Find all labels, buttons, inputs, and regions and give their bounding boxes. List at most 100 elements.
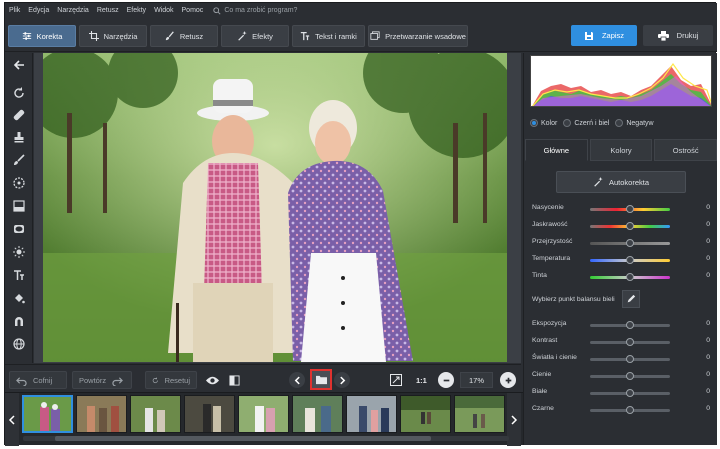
fill-bucket-icon[interactable] bbox=[11, 290, 27, 306]
tab-efekty[interactable]: Efekty bbox=[221, 25, 289, 47]
gradient-filter-icon[interactable] bbox=[11, 198, 27, 214]
text-tool-icon[interactable] bbox=[11, 267, 27, 283]
radio-dot bbox=[615, 119, 624, 127]
slider-label: Czarne bbox=[532, 405, 554, 412]
slider-track[interactable] bbox=[590, 406, 670, 414]
magnet-icon[interactable] bbox=[11, 313, 27, 329]
menu-help[interactable]: Pomoc bbox=[182, 7, 204, 14]
light-icon[interactable] bbox=[11, 244, 27, 260]
prev-image-button[interactable] bbox=[289, 372, 305, 388]
filmstrip-scrollbar[interactable] bbox=[23, 436, 509, 441]
slider-knob[interactable] bbox=[626, 338, 634, 346]
slider-track[interactable] bbox=[590, 256, 670, 264]
thumbnail[interactable] bbox=[346, 395, 397, 433]
slider-knob[interactable] bbox=[626, 406, 634, 414]
slider-track[interactable] bbox=[590, 321, 670, 329]
bandage-icon[interactable] bbox=[11, 107, 27, 123]
tab-glowne[interactable]: Główne bbox=[525, 139, 588, 161]
thumbnail[interactable] bbox=[400, 395, 451, 433]
filmstrip-next-button[interactable] bbox=[507, 393, 521, 446]
slider-knob[interactable] bbox=[626, 256, 634, 264]
menu-effects[interactable]: Efekty bbox=[127, 7, 146, 14]
tab-ostrosc[interactable]: Ostrość bbox=[654, 139, 718, 161]
undo-icon bbox=[16, 376, 27, 386]
tab-label: Efekty bbox=[252, 31, 273, 41]
slider-knob[interactable] bbox=[626, 389, 634, 397]
radio-dot bbox=[530, 119, 538, 127]
thumbnail[interactable] bbox=[292, 395, 343, 433]
menu-retouch[interactable]: Retusz bbox=[97, 7, 119, 14]
image-canvas[interactable] bbox=[34, 53, 521, 363]
thumbnail[interactable] bbox=[184, 395, 235, 433]
vignette-icon[interactable] bbox=[11, 221, 27, 237]
menu-tools[interactable]: Narzędzia bbox=[57, 7, 89, 14]
print-button[interactable]: Drukuj bbox=[643, 25, 713, 46]
stamp-icon[interactable] bbox=[11, 129, 27, 145]
slider-knob[interactable] bbox=[626, 355, 634, 363]
slider-track[interactable] bbox=[590, 338, 670, 346]
tab-kolory[interactable]: Kolory bbox=[589, 139, 653, 161]
slider-knob[interactable] bbox=[626, 372, 634, 380]
undo-button[interactable]: Cofnij bbox=[9, 371, 67, 389]
slider-track[interactable] bbox=[590, 222, 670, 230]
tab-narzedzia[interactable]: Narzędzia bbox=[79, 25, 147, 47]
mode-label: Czerń i biel bbox=[574, 119, 610, 127]
tab-label: Tekst i ramki bbox=[315, 31, 357, 41]
tab-przetwarzanie[interactable]: Przetwarzanie wsadowe bbox=[368, 25, 468, 47]
menu-view[interactable]: Widok bbox=[154, 7, 173, 14]
redo-button[interactable]: Powtórz bbox=[72, 371, 132, 389]
zoom-out-button[interactable] bbox=[438, 372, 454, 388]
mode-color-radio[interactable]: Kolor bbox=[530, 119, 557, 127]
slider-track[interactable] bbox=[590, 372, 670, 380]
radial-filter-icon[interactable] bbox=[11, 175, 27, 191]
open-folder-button[interactable] bbox=[310, 369, 332, 390]
fit-screen-button[interactable] bbox=[390, 371, 402, 389]
menu-file[interactable]: Plik bbox=[9, 7, 20, 14]
slider-track[interactable] bbox=[590, 273, 670, 281]
tab-korekta[interactable]: Korekta bbox=[8, 25, 76, 47]
mode-bw-radio[interactable]: Czerń i biel bbox=[563, 119, 609, 127]
actual-size-button[interactable]: 1:1 bbox=[416, 371, 427, 389]
slider-track[interactable] bbox=[590, 205, 670, 213]
reset-button[interactable]: Resetuj bbox=[145, 371, 197, 389]
save-button[interactable]: Zapisz bbox=[571, 25, 637, 46]
white-balance-row: Wybierz punkt balansu bieli bbox=[532, 290, 712, 308]
rotate-icon[interactable] bbox=[11, 85, 27, 101]
next-image-button[interactable] bbox=[334, 372, 350, 388]
slider-knob[interactable] bbox=[626, 239, 634, 247]
slider-knob[interactable] bbox=[626, 273, 634, 281]
slider-knob[interactable] bbox=[626, 321, 634, 329]
compare-button[interactable] bbox=[229, 371, 240, 389]
slider-knob[interactable] bbox=[626, 205, 634, 213]
preview-eye-button[interactable] bbox=[206, 371, 219, 389]
thumbnail[interactable] bbox=[76, 395, 127, 433]
back-arrow-icon[interactable] bbox=[11, 57, 27, 73]
thumbnail[interactable] bbox=[130, 395, 181, 433]
slider-label: Światła i cienie bbox=[532, 354, 577, 361]
zoom-value[interactable]: 17% bbox=[460, 372, 493, 388]
thumbnail[interactable] bbox=[22, 395, 73, 433]
menu-edit[interactable]: Edycja bbox=[28, 7, 49, 14]
search-placeholder: Co ma zrobić program? bbox=[224, 7, 298, 14]
zoom-in-button[interactable] bbox=[500, 372, 516, 388]
slider-label: Białe bbox=[532, 388, 548, 395]
search-icon bbox=[213, 6, 221, 15]
eyedropper-button[interactable] bbox=[622, 290, 640, 308]
tab-retusz[interactable]: Retusz bbox=[150, 25, 218, 47]
slider-track[interactable] bbox=[590, 389, 670, 397]
filmstrip-prev-button[interactable] bbox=[5, 393, 19, 446]
brush-icon[interactable] bbox=[11, 152, 27, 168]
thumbnail[interactable] bbox=[454, 395, 505, 433]
command-search[interactable]: Co ma zrobić program? bbox=[213, 6, 298, 15]
slider-track[interactable] bbox=[590, 355, 670, 363]
chevron-left-icon bbox=[8, 414, 15, 425]
mode-negative-radio[interactable]: Negatyw bbox=[615, 119, 654, 127]
slider-knob[interactable] bbox=[626, 222, 634, 230]
slider-row: Kontrast 0 bbox=[532, 336, 712, 348]
globe-icon[interactable] bbox=[11, 336, 27, 352]
tab-tekst-ramki[interactable]: Tekst i ramki bbox=[292, 25, 365, 47]
thumbnail[interactable] bbox=[238, 395, 289, 433]
auto-correct-button[interactable]: Autokorekta bbox=[556, 171, 686, 193]
scrollbar-thumb[interactable] bbox=[55, 436, 431, 441]
slider-track[interactable] bbox=[590, 239, 670, 247]
